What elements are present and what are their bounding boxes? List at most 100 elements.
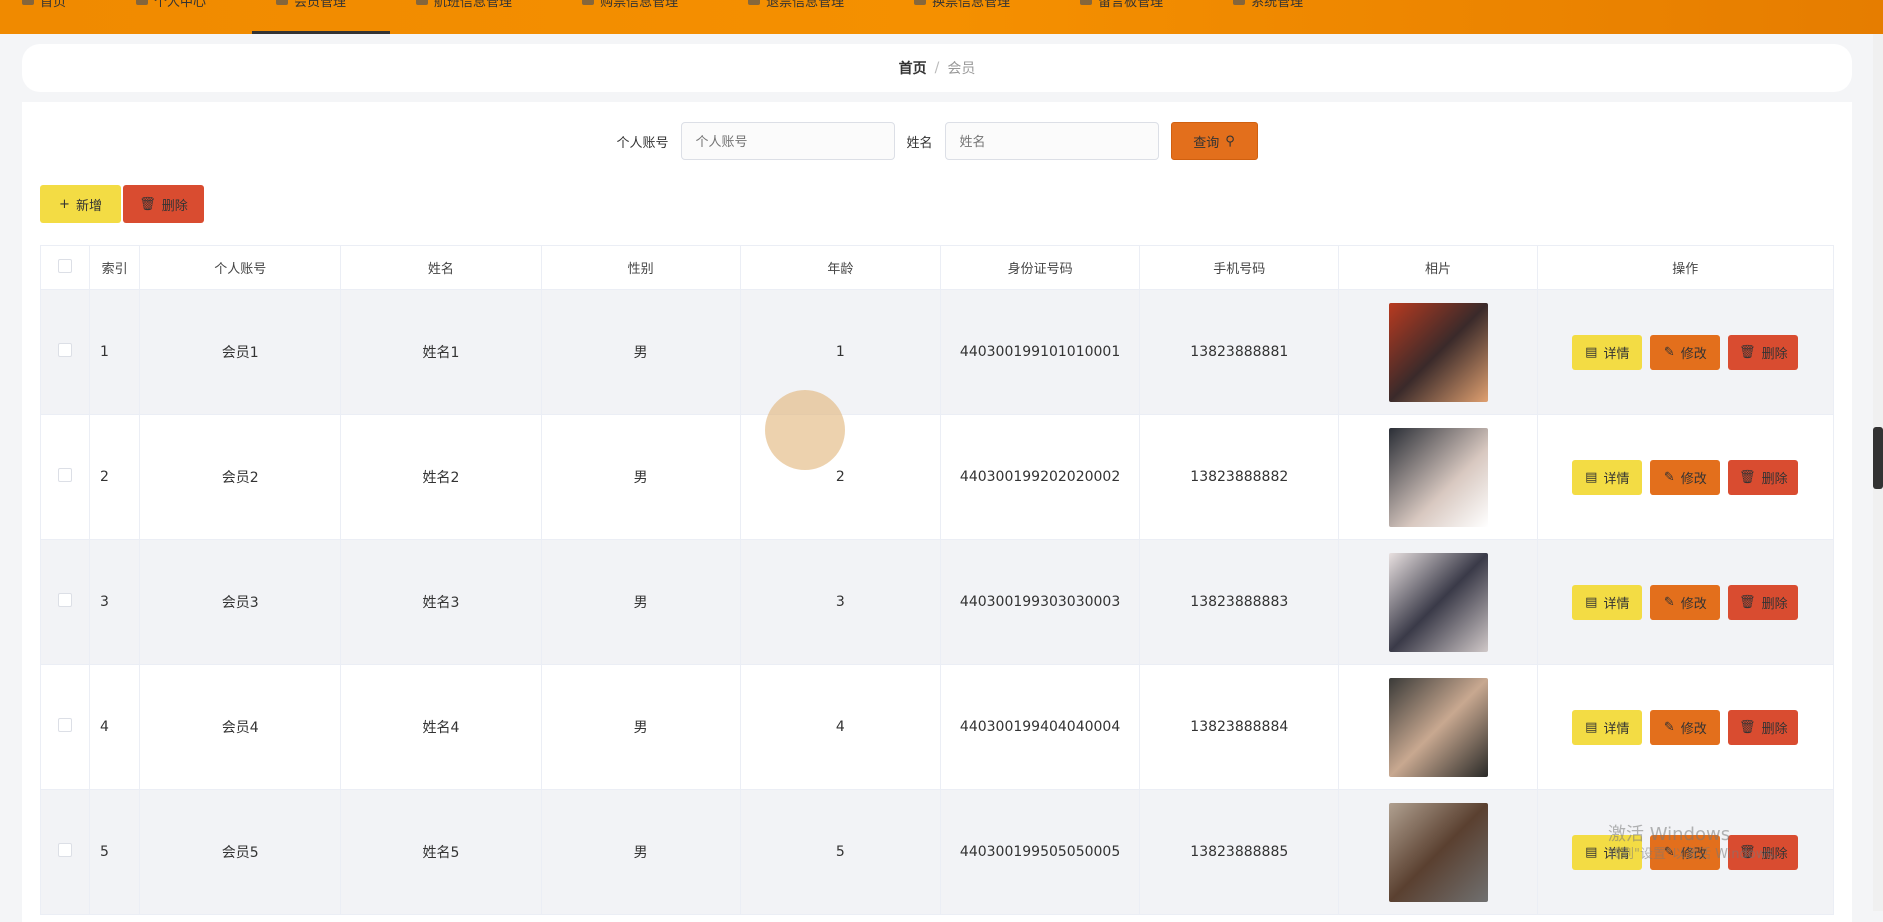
gender-cell: 男: [540, 664, 741, 790]
operations-cell: ▤ 详情 ✎ 修改 🗑 删除: [1536, 289, 1835, 415]
row-checkbox[interactable]: [58, 343, 73, 357]
row-checkbox[interactable]: [58, 593, 73, 607]
watermark-line2: 转到"设置"以激活 Windows。: [1608, 847, 1787, 862]
table-row: 4 会员4 姓名4 男 4 440300199404040004 1382388…: [39, 664, 1835, 790]
document-icon: ▤: [1585, 344, 1598, 360]
delete-button[interactable]: 🗑 删除: [1728, 584, 1799, 620]
name-input[interactable]: [944, 122, 1159, 160]
gender-cell: 男: [540, 539, 741, 665]
nav-item[interactable]: 个人中心: [132, 0, 210, 25]
pin-icon: [914, 0, 927, 5]
select-all-checkbox[interactable]: [58, 258, 73, 273]
member-photo[interactable]: [1388, 552, 1488, 652]
pencil-icon: ✎: [1663, 719, 1675, 735]
nav-item[interactable]: 购票信息管理: [578, 0, 682, 25]
table-row: 3 会员3 姓名3 男 3 440300199303030003 1382388…: [39, 539, 1835, 665]
trash-icon: 🗑: [1739, 594, 1756, 610]
add-button[interactable]: + 新增: [40, 185, 121, 223]
detail-label: 详情: [1603, 471, 1630, 487]
watermark-line1: 激活 Windows: [1608, 824, 1731, 845]
document-icon: ▤: [1585, 719, 1598, 735]
column-header: 姓名: [340, 245, 542, 290]
row-select-cell: [39, 664, 91, 790]
breadcrumb-home[interactable]: 首页: [899, 58, 927, 78]
account-label: 个人账号: [616, 135, 669, 151]
column-header: 年龄: [739, 245, 941, 290]
name-cell: 姓名1: [340, 289, 542, 415]
scrollbar-thumb[interactable]: [1873, 427, 1883, 489]
edit-button[interactable]: ✎ 修改: [1650, 709, 1721, 745]
photo-cell: [1338, 789, 1538, 915]
nav-item-label: 个人中心: [154, 0, 207, 10]
top-nav: 首页 个人中心 会员管理 航班信息管理 购票信息管理 退票信息管理 换票信息管理 留言板管理 系…: [0, 0, 1883, 34]
id-number-cell: 440300199404040004: [939, 664, 1141, 790]
pencil-icon: ✎: [1663, 469, 1675, 485]
photo-cell: [1338, 664, 1538, 790]
nav-item[interactable]: 航班信息管理: [412, 0, 516, 25]
phone-cell: 13823888881: [1139, 289, 1340, 415]
edit-label: 修改: [1680, 596, 1707, 612]
query-button[interactable]: 查询 ⚲: [1170, 122, 1258, 160]
detail-button[interactable]: ▤ 详情: [1572, 459, 1643, 495]
row-checkbox[interactable]: [58, 468, 73, 482]
row-checkbox[interactable]: [58, 843, 73, 857]
delete-label: 删除: [161, 198, 188, 214]
delete-button[interactable]: 🗑 删除: [1728, 709, 1799, 745]
column-header: 身份证号码: [939, 245, 1141, 290]
nav-item-label: 留言板管理: [1098, 0, 1164, 10]
trash-icon: 🗑: [139, 196, 156, 212]
account-cell: 会员4: [139, 664, 342, 790]
batch-delete-button[interactable]: 🗑 删除: [123, 185, 204, 223]
document-icon: ▤: [1585, 844, 1598, 860]
row-checkbox[interactable]: [58, 718, 73, 732]
age-cell: 4: [739, 664, 941, 790]
photo-cell: [1338, 539, 1538, 665]
nav-item[interactable]: 换票信息管理: [910, 0, 1014, 25]
row-select-cell: [39, 289, 91, 415]
scrollbar[interactable]: [1873, 34, 1883, 911]
column-header: 操作: [1536, 245, 1835, 290]
nav-item[interactable]: 首页: [18, 0, 70, 25]
member-icon: [276, 0, 289, 5]
breadcrumb: 首页 / 会员: [22, 44, 1852, 92]
windows-watermark: 激活 Windows 转到"设置"以激活 Windows。: [1608, 825, 1786, 865]
detail-button[interactable]: ▤ 详情: [1572, 584, 1643, 620]
nav-item-label: 购票信息管理: [600, 0, 679, 10]
nav-item[interactable]: 留言板管理: [1076, 0, 1167, 25]
trash-icon: 🗑: [1739, 469, 1756, 485]
id-number-cell: 440300199303030003: [939, 539, 1141, 665]
delete-button[interactable]: 🗑 删除: [1728, 334, 1799, 370]
id-number-cell: 440300199505050005: [939, 789, 1141, 915]
account-cell: 会员5: [139, 789, 342, 915]
trash-icon: 🗑: [1739, 719, 1756, 735]
edit-button[interactable]: ✎ 修改: [1650, 334, 1721, 370]
detail-label: 详情: [1603, 721, 1630, 737]
breadcrumb-current: 会员: [947, 61, 976, 77]
nav-item[interactable]: 系统管理: [1229, 0, 1307, 25]
index-cell: 3: [89, 539, 141, 665]
account-input[interactable]: [680, 122, 895, 160]
member-photo[interactable]: [1388, 802, 1488, 902]
nav-item[interactable]: 退票信息管理: [744, 0, 848, 25]
document-icon: ▤: [1585, 469, 1598, 485]
pencil-icon: ✎: [1663, 344, 1675, 360]
edit-button[interactable]: ✎ 修改: [1650, 584, 1721, 620]
delete-button[interactable]: 🗑 删除: [1728, 459, 1799, 495]
nav-item-label: 首页: [40, 0, 67, 10]
document-icon: ▤: [1585, 594, 1598, 610]
nav-item[interactable]: 会员管理: [252, 0, 391, 34]
delete-label: 删除: [1761, 596, 1788, 612]
operations-cell: ▤ 详情 ✎ 修改 🗑 删除: [1536, 664, 1835, 790]
member-photo[interactable]: [1388, 427, 1488, 527]
member-photo[interactable]: [1388, 677, 1488, 777]
photo-cell: [1338, 289, 1538, 415]
name-cell: 姓名2: [340, 414, 542, 540]
edit-button[interactable]: ✎ 修改: [1650, 459, 1721, 495]
detail-button[interactable]: ▤ 详情: [1572, 334, 1643, 370]
account-cell: 会员3: [139, 539, 342, 665]
main-panel: 个人账号 姓名 查询⚲ +新增 🗑删除 索引个人账号姓名性别年龄身份证号码手机号…: [22, 102, 1852, 922]
detail-button[interactable]: ▤ 详情: [1572, 709, 1643, 745]
member-photo[interactable]: [1388, 302, 1488, 402]
detail-label: 详情: [1603, 346, 1630, 362]
name-cell: 姓名4: [340, 664, 542, 790]
